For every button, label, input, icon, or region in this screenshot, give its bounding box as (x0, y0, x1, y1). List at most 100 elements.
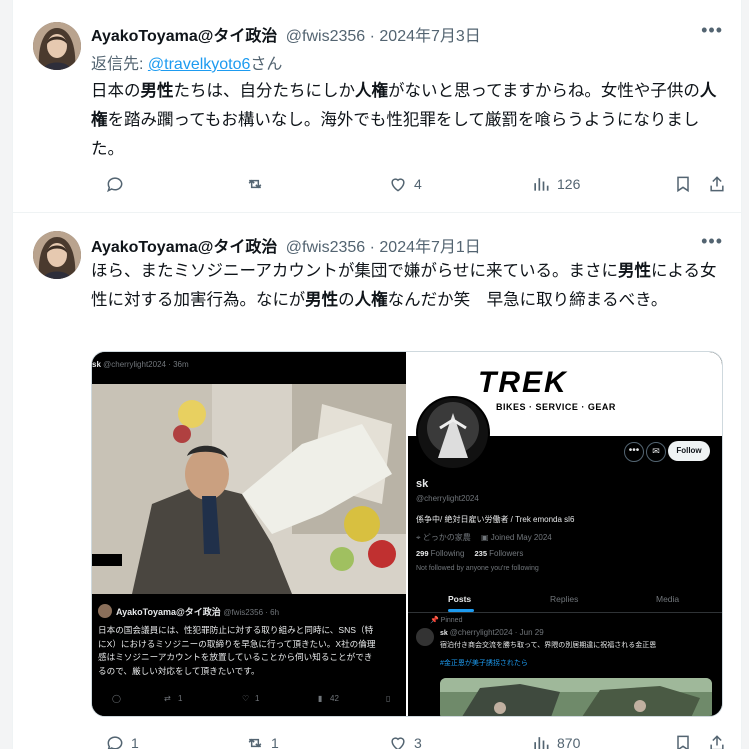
tweet-header: AyakoToyama@タイ政治 @fwis2356 · 2024年7月1日 •… (91, 231, 727, 256)
follow-button[interactable]: Follow (668, 441, 710, 461)
profile-handle: @cherrylight2024 (416, 494, 479, 503)
retweet-icon (248, 179, 262, 189)
profile-follow-counts: 299 Following 235 Followers (416, 549, 523, 558)
retweet-button[interactable] (245, 174, 271, 194)
following-count[interactable]: 299 (416, 549, 429, 558)
tweet-actions: 1 1 3 870 (91, 733, 727, 749)
embedded-username: sk (92, 360, 101, 369)
reply-suffix: さん (250, 56, 283, 73)
calendar-icon: ▣ (480, 533, 489, 542)
tweet-2[interactable]: AyakoToyama@タイ政治 @fwis2356 · 2024年7月1日 •… (13, 213, 741, 749)
profile-tabs: Posts Replies Media (408, 588, 722, 613)
share-icon (710, 735, 724, 749)
message-icon[interactable]: ✉ (646, 442, 666, 462)
author-meta[interactable]: @fwis2356 · 2024年7月3日 (286, 28, 481, 45)
text-run: たちは、自分たちにしか (173, 82, 356, 100)
bookmark-icon (677, 176, 689, 193)
avatar[interactable] (33, 22, 81, 70)
not-followed-note: Not followed by anyone you're following (416, 565, 539, 572)
tab-posts[interactable]: Posts (448, 594, 471, 604)
like-button[interactable]: 4 (388, 174, 422, 194)
profile-bio: 係争中/ 絶対日雇い労働者 / Trek emonda sl6 (416, 515, 575, 524)
pin-icon: 📌 (430, 617, 439, 624)
pinned-hashtag[interactable]: #金正恩が美子誘拐されたら (440, 658, 528, 668)
share-icon (710, 176, 724, 192)
reply-button[interactable] (105, 174, 131, 194)
tweet-1[interactable]: AyakoToyama@タイ政治 @fwis2356 · 2024年7月3日 •… (13, 0, 741, 213)
embedded-quote-meta: @fwis2356 · 6h (223, 608, 280, 617)
reply-button[interactable]: 1 (105, 733, 139, 749)
retweet-icon (248, 738, 262, 748)
embedded-quote-post: AyakoToyama@タイ政治 @fwis2356 · 6h 日本の国会議員に… (92, 594, 406, 716)
text-run: ほら、またミソジニーアカウントが集団で嫌がらせに来ている。まさに (91, 262, 619, 280)
quote-line: るので、厳しい対応をして頂きたいです。 (98, 665, 260, 676)
author-name[interactable]: AyakoToyama@タイ政治 (91, 28, 277, 45)
retweet-count: 1 (271, 735, 279, 749)
embedded-meta: @cherrylight2024 · 36m (103, 360, 189, 369)
reply-prefix: 返信先: (91, 56, 148, 73)
pinned-avatar (416, 628, 434, 646)
following-label[interactable]: Following (431, 549, 465, 558)
bookmark-icon (677, 735, 689, 749)
profile-meta-row: ⌖ どっかの家農 ▣ Joined May 2024 (416, 532, 552, 543)
bookmark-button[interactable] (673, 174, 693, 194)
share-button[interactable] (707, 733, 727, 749)
embedded-retweet-icon: ⇄ (164, 694, 171, 703)
quote-line: 日本の国会議員には、性犯罪防止に対する取り組みと同時に、SNS（特 (98, 625, 374, 635)
embedded-quote-name: AyakoToyama@タイ政治 (116, 607, 221, 617)
embedded-views-count: 42 (330, 694, 339, 703)
views-button[interactable]: 126 (531, 174, 580, 194)
like-button[interactable]: 3 (388, 733, 422, 749)
tweet-media[interactable]: sk @cherrylight2024 · 36m AyakoToyama@タイ… (91, 351, 723, 717)
share-button[interactable] (707, 174, 727, 194)
pinned-photo (440, 678, 712, 716)
pinned-header: sk @cherrylight2024 · Jun 29 (440, 628, 544, 637)
bookmark-button[interactable] (673, 733, 693, 749)
views-chart-icon (534, 737, 549, 749)
text-run: なんだか笑 早急に取り締まるべき。 (387, 291, 668, 309)
reply-handle-link[interactable]: @travelkyoto6 (148, 56, 251, 73)
quote-line: にX）におけるミソジニーの取締りを早急に行って頂きたい。X社の倫理 (98, 638, 376, 649)
heart-icon (391, 737, 405, 749)
reply-to-line: 返信先: @travelkyoto6さん (91, 50, 282, 74)
views-chart-icon (534, 178, 549, 191)
profile-joined: Joined May 2024 (490, 533, 552, 542)
views-button[interactable]: 870 (531, 733, 580, 749)
avatar[interactable] (33, 231, 81, 279)
profile-more-icon[interactable]: ••• (624, 442, 644, 462)
embedded-avatar (98, 604, 112, 618)
tab-replies[interactable]: Replies (550, 594, 578, 604)
tweet-actions: 4 126 (91, 174, 727, 198)
quote-line: 感はミソジニーアカウントを放置していることから伺い知ることができ (98, 652, 373, 662)
author-name[interactable]: AyakoToyama@タイ政治 (91, 239, 277, 256)
trek-logo: TREK (478, 366, 568, 399)
author-meta[interactable]: @fwis2356 · 2024年7月1日 (286, 239, 481, 256)
pinned-text: 宿泊付き商会交流を勝ち取って、界隈の別居期違に祝福される金正恩 (440, 642, 657, 649)
reply-icon (107, 736, 123, 749)
followers-label[interactable]: Followers (489, 549, 523, 558)
embedded-reply-icon: ◯ (112, 694, 121, 703)
reply-icon (107, 177, 123, 193)
timeline-feed: AyakoToyama@タイ政治 @fwis2356 · 2024年7月3日 •… (12, 0, 742, 749)
tweet-text: ほら、またミソジニーアカウントが集団で嫌がらせに来ている。まさに男性による女性に… (91, 257, 719, 315)
text-run: 日本の (91, 82, 141, 100)
banner-tagline: BIKES · SERVICE · GEAR (496, 402, 616, 412)
bold-keyword: 男性 (618, 262, 652, 280)
retweet-button[interactable]: 1 (245, 733, 279, 749)
embedded-like-count: 1 (255, 694, 260, 703)
tab-media[interactable]: Media (656, 594, 679, 604)
media-image-left[interactable]: sk @cherrylight2024 · 36m AyakoToyama@タイ… (92, 352, 406, 716)
more-options-icon[interactable]: ••• (701, 20, 723, 41)
embedded-stats: ◯ ⇄ 1 ♡ 1 ▮ 42 ▯ (92, 694, 406, 710)
views-count: 126 (557, 176, 581, 192)
bold-keyword: 男性 (140, 82, 174, 100)
media-image-right[interactable]: TREK BIKES · SERVICE · GEAR ••• ✉ Follow… (408, 352, 722, 716)
followers-count[interactable]: 235 (475, 549, 488, 558)
bold-keyword: 男性 (305, 291, 339, 309)
text-run: の (338, 291, 355, 309)
pinned-label: Pinned (440, 617, 463, 624)
more-options-icon[interactable]: ••• (701, 231, 723, 252)
bold-keyword: 人権 (355, 82, 388, 100)
profile-display-name: sk (416, 478, 429, 490)
text-run: を踏み躙ってもお構いなし。海外でも性犯罪をして厳罰を喰らうようになりました。 (91, 111, 700, 158)
